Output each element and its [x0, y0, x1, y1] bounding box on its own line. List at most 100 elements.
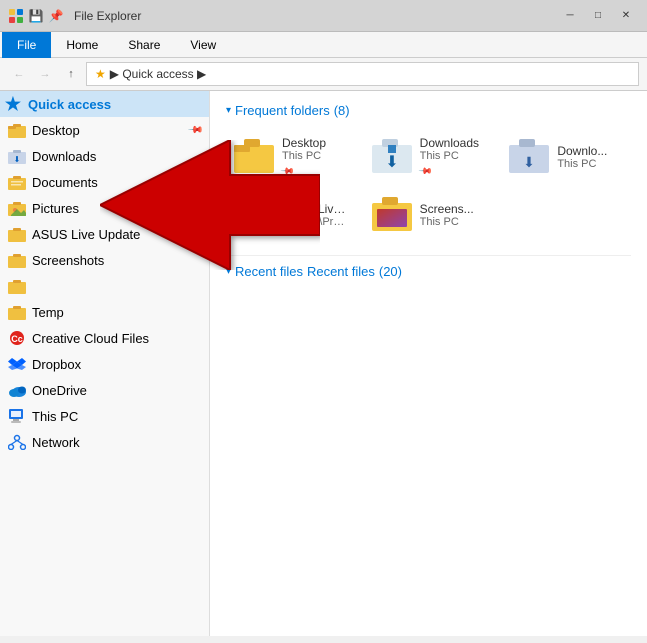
ribbon: File Home Share View	[0, 32, 647, 58]
sidebar-downloads-label: Downloads	[32, 149, 96, 164]
network-icon	[8, 433, 26, 451]
tab-view[interactable]: View	[175, 32, 231, 58]
screenshots-folder-info: Screens... This PC	[420, 202, 474, 228]
folder-item-downloads[interactable]: ⬇ Downloads This PC 📌	[364, 130, 494, 183]
pin-icon: 📌	[186, 122, 203, 139]
sidebar-item-onedrive[interactable]: OneDrive	[0, 377, 209, 403]
partial-folder-info: Downlo... This PC	[557, 144, 607, 170]
asus-folder-icon-wrap	[234, 197, 274, 233]
sidebar-item-network[interactable]: Network	[0, 429, 209, 455]
sidebar: ★ Quick access Desktop 📌 ⬇ Downloads Doc…	[0, 91, 210, 636]
asus-folder-info: ASUS Live Update OS (C:)\ProgramData\ASU…	[282, 202, 348, 228]
desktop-folder-name: Desktop	[282, 136, 326, 150]
sidebar-item-desktop[interactable]: Desktop 📌	[0, 117, 209, 143]
title-bar-icons: 💾 📌	[8, 8, 64, 24]
sidebar-item-downloads[interactable]: ⬇ Downloads	[0, 143, 209, 169]
sidebar-item-dropbox[interactable]: Dropbox	[0, 351, 209, 377]
sidebar-desktop-label: Desktop	[32, 123, 80, 138]
breadcrumb-text: ▶ Quick access ▶	[110, 67, 206, 81]
frequent-folders-header[interactable]: ▾ Frequent folders (8)	[226, 103, 631, 118]
desktop-folder-info: Desktop This PC 📌	[282, 136, 326, 177]
sidebar-item-screenshots[interactable]: Screenshots	[0, 247, 209, 273]
svg-text:⬇: ⬇	[14, 155, 21, 164]
app-icon	[8, 8, 24, 24]
downloads-folder-icon-wrap: ⬇	[372, 139, 412, 175]
unnamed-folder-icon	[8, 277, 26, 295]
svg-text:⬇: ⬇	[385, 154, 398, 171]
content-area: ▾ Frequent folders (8) Desktop This PC 📌	[210, 91, 647, 636]
sidebar-pictures-label: Pictures	[32, 201, 79, 216]
svg-text:⬇: ⬇	[523, 154, 535, 170]
sidebar-item-this-pc[interactable]: This PC	[0, 403, 209, 429]
tab-share[interactable]: Share	[113, 32, 175, 58]
downloads-folder-name: Downloads	[420, 136, 479, 150]
this-pc-icon	[8, 407, 26, 425]
pin-titlebar-icon[interactable]: 📌	[48, 8, 64, 24]
up-button[interactable]: ↑	[60, 63, 82, 85]
address-path[interactable]: ★ ▶ Quick access ▶	[86, 62, 639, 86]
sidebar-item-unnamed[interactable]	[0, 273, 209, 299]
save-icon[interactable]: 💾	[28, 8, 44, 24]
screenshots-folder-subtitle: This PC	[420, 216, 474, 228]
partial-folder-name: Downlo...	[557, 144, 607, 158]
sidebar-item-quick-access[interactable]: ★ Quick access	[0, 91, 209, 117]
partial-folder-subtitle: This PC	[557, 158, 607, 170]
back-button[interactable]: ←	[8, 63, 30, 85]
onedrive-icon	[8, 381, 26, 399]
main-layout: ★ Quick access Desktop 📌 ⬇ Downloads Doc…	[0, 91, 647, 636]
screenshots-folder-icon-wrap	[372, 197, 412, 233]
folder-item-partial-right[interactable]: ⬇ Downlo... This PC	[501, 130, 631, 183]
sidebar-documents-label: Documents	[32, 175, 98, 190]
sidebar-dropbox-label: Dropbox	[32, 357, 81, 372]
downloads-folder-info: Downloads This PC 📌	[420, 136, 479, 177]
folder-pin-icon2: 📌	[417, 164, 433, 180]
folder-item-screenshots[interactable]: Screens... This PC	[364, 191, 494, 239]
frequent-folders-count: (8)	[334, 103, 350, 118]
dropbox-icon	[8, 355, 26, 373]
desktop-folder-icon	[8, 121, 26, 139]
sidebar-item-creative-cloud[interactable]: Cc Creative Cloud Files	[0, 325, 209, 351]
sidebar-item-pictures[interactable]: Pictures 📌	[0, 195, 209, 221]
svg-text:Cc: Cc	[11, 334, 23, 344]
sidebar-temp-label: Temp	[32, 305, 64, 320]
window-title: File Explorer	[74, 9, 141, 23]
folder-item-asus[interactable]: ASUS Live Update OS (C:)\ProgramData\ASU…	[226, 191, 356, 239]
sidebar-quick-access-label: Quick access	[28, 97, 111, 112]
minimize-button[interactable]: ─	[557, 6, 583, 26]
window-controls: ─ □ ✕	[557, 6, 639, 26]
recent-files-title: Recent files	[235, 264, 303, 279]
folder-pin-icon: 📌	[280, 164, 296, 180]
temp-folder-icon	[8, 303, 26, 321]
tab-home[interactable]: Home	[51, 32, 113, 58]
creative-cloud-icon: Cc	[8, 329, 26, 347]
sidebar-item-asus-live-update[interactable]: ASUS Live Update	[0, 221, 209, 247]
asus-folder-icon	[8, 225, 26, 243]
chevron-down-icon2: ▾	[226, 266, 231, 277]
address-bar: ← → ↑ ★ ▶ Quick access ▶	[0, 58, 647, 91]
asus-folder-subtitle: OS (C:)\ProgramData\ASUS	[282, 216, 348, 228]
chevron-down-icon: ▾	[226, 105, 231, 116]
sidebar-item-temp[interactable]: Temp	[0, 299, 209, 325]
sidebar-item-documents[interactable]: Documents	[0, 169, 209, 195]
ribbon-tabs: File Home Share View	[0, 32, 647, 57]
tab-file[interactable]: File	[2, 32, 51, 58]
forward-button[interactable]: →	[34, 63, 56, 85]
close-button[interactable]: ✕	[613, 6, 639, 26]
sidebar-asus-label: ASUS Live Update	[32, 227, 140, 242]
sidebar-creative-cloud-label: Creative Cloud Files	[32, 331, 149, 346]
recent-files-section: ▾ Recent files Recent files (20)	[226, 255, 631, 279]
recent-files-count: (20)	[379, 264, 402, 279]
frequent-folders-grid: Desktop This PC 📌 ⬇ Downloads	[226, 130, 631, 239]
recent-files-header[interactable]: ▾ Recent files Recent files (20)	[226, 264, 631, 279]
screenshots-folder-name: Screens...	[420, 202, 474, 216]
screenshots-folder-icon	[8, 251, 26, 269]
desktop-folder-subtitle: This PC	[282, 150, 326, 162]
folder-item-desktop[interactable]: Desktop This PC 📌	[226, 130, 356, 183]
pictures-folder-icon	[8, 199, 26, 217]
maximize-button[interactable]: □	[585, 6, 611, 26]
pin-icon: 📌	[186, 200, 203, 217]
asus-folder-name: ASUS Live Update	[282, 202, 348, 216]
frequent-folders-title: Frequent folders	[235, 103, 330, 118]
title-bar: 💾 📌 File Explorer ─ □ ✕	[0, 0, 647, 32]
quick-access-star-icon: ★	[95, 67, 106, 81]
